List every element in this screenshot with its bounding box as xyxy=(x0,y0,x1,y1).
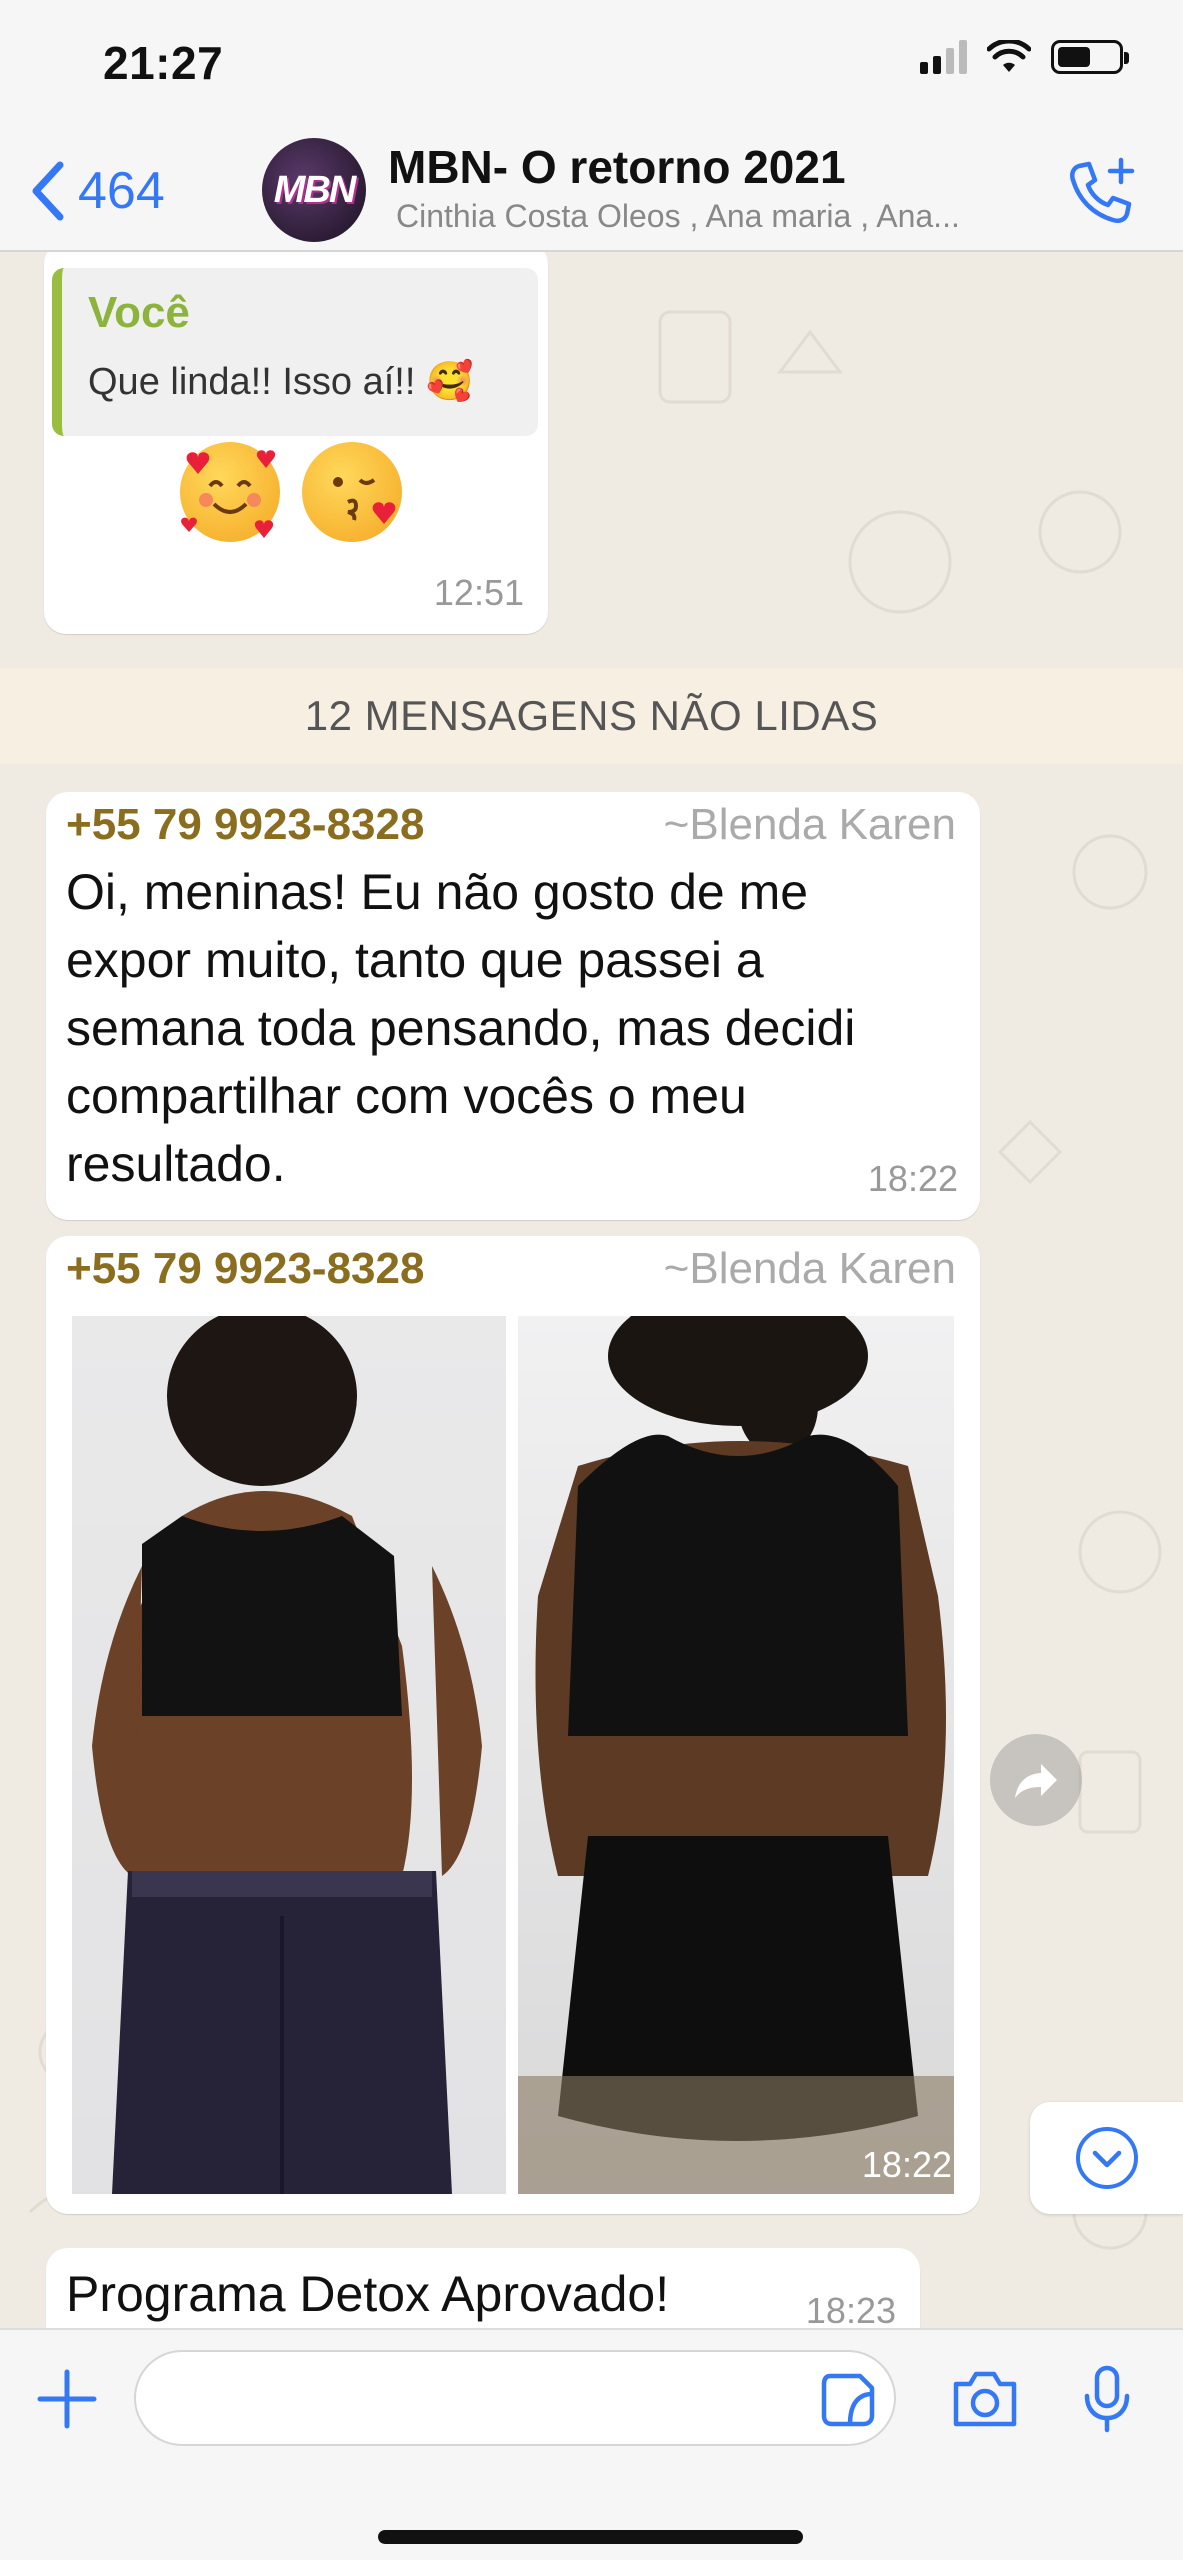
status-bar: 21:27 xyxy=(0,0,1183,130)
sender-phone[interactable]: +55 79 9923-8328 xyxy=(66,800,424,850)
sticker-icon[interactable] xyxy=(820,2372,876,2428)
wifi-icon xyxy=(987,40,1031,72)
message-input[interactable] xyxy=(134,2350,896,2446)
quoted-message[interactable]: Você Que linda!! Isso aí!! 🥰 xyxy=(52,268,538,436)
avatar-logo-text: MBN xyxy=(273,168,357,211)
quote-text: Que linda!! Isso aí!! 🥰 xyxy=(88,361,474,403)
smiling-face-with-hearts-icon xyxy=(180,442,280,542)
status-time: 21:27 xyxy=(103,37,224,89)
sender-name: ~Blenda Karen xyxy=(663,1244,956,1293)
incoming-text-message[interactable]: +55 79 9923-8328 ~Blenda Karen Oi, menin… xyxy=(46,792,980,1220)
unread-messages-separator: 12 MENSAGENS NÃO LIDAS xyxy=(0,668,1183,764)
status-icons xyxy=(920,40,1129,74)
incoming-image-message[interactable]: +55 79 9923-8328 ~Blenda Karen 18:22 xyxy=(46,1236,980,2214)
forward-button[interactable] xyxy=(990,1734,1082,1826)
chat-members[interactable]: Cinthia Costa Oleos , Ana maria , Ana... xyxy=(396,198,960,235)
message-line: compartilhar com vocês o meu xyxy=(66,1068,747,1124)
chat-header: 464 MBN MBN- O retorno 2021 Cinthia Cost… xyxy=(0,130,1183,252)
unread-chats-count: 464 xyxy=(78,162,165,220)
after-photo[interactable] xyxy=(518,1316,954,2194)
quote-author: Você xyxy=(88,288,190,337)
image-frame[interactable]: 18:22 xyxy=(56,1308,970,2204)
face-blowing-kiss-icon xyxy=(302,442,402,542)
sender-name: ~Blenda Karen xyxy=(663,800,956,849)
chat-area[interactable]: Você Que linda!! Isso aí!! 🥰 12:51 12 ME… xyxy=(0,252,1183,2328)
message-text: Oi, meninas! Eu não gosto de me expor mu… xyxy=(66,858,855,1198)
chevron-down-circle-icon xyxy=(1075,2127,1138,2189)
chat-title[interactable]: MBN- O retorno 2021 xyxy=(388,140,846,194)
message-time: 12:51 xyxy=(433,572,524,613)
sender-phone[interactable]: +55 79 9923-8328 xyxy=(66,1244,424,1294)
reply-message-bubble[interactable]: Você Que linda!! Isso aí!! 🥰 12:51 xyxy=(44,252,548,634)
battery-icon xyxy=(1051,40,1129,74)
cellular-signal-icon xyxy=(920,40,967,74)
home-indicator xyxy=(378,2530,803,2544)
chevron-left-icon xyxy=(32,161,64,221)
before-photo[interactable] xyxy=(72,1316,506,2194)
message-text: Programa Detox Aprovado! xyxy=(66,2266,670,2322)
message-time: 18:22 xyxy=(867,1158,958,1199)
camera-icon[interactable] xyxy=(950,2368,1020,2430)
message-line: semana toda pensando, mas decidi xyxy=(66,1000,856,1056)
back-button[interactable]: 464 xyxy=(30,148,165,234)
message-time: 18:23 xyxy=(805,2290,896,2328)
group-avatar[interactable]: MBN xyxy=(262,138,366,242)
add-call-icon[interactable] xyxy=(1061,152,1141,232)
image-time: 18:22 xyxy=(861,2144,952,2185)
plus-icon[interactable] xyxy=(36,2368,98,2430)
incoming-text-message[interactable]: Programa Detox Aprovado! 18:23 xyxy=(46,2248,920,2328)
message-line: Oi, meninas! Eu não gosto de me xyxy=(66,864,809,920)
forward-icon xyxy=(1015,1764,1057,1798)
reaction-emojis xyxy=(180,442,402,542)
microphone-icon[interactable] xyxy=(1082,2364,1132,2434)
message-composer xyxy=(0,2328,1183,2560)
message-line: resultado. xyxy=(66,1136,286,1192)
message-line: expor muito, tanto que passei a xyxy=(66,932,764,988)
scroll-to-bottom-button[interactable] xyxy=(1030,2102,1183,2214)
